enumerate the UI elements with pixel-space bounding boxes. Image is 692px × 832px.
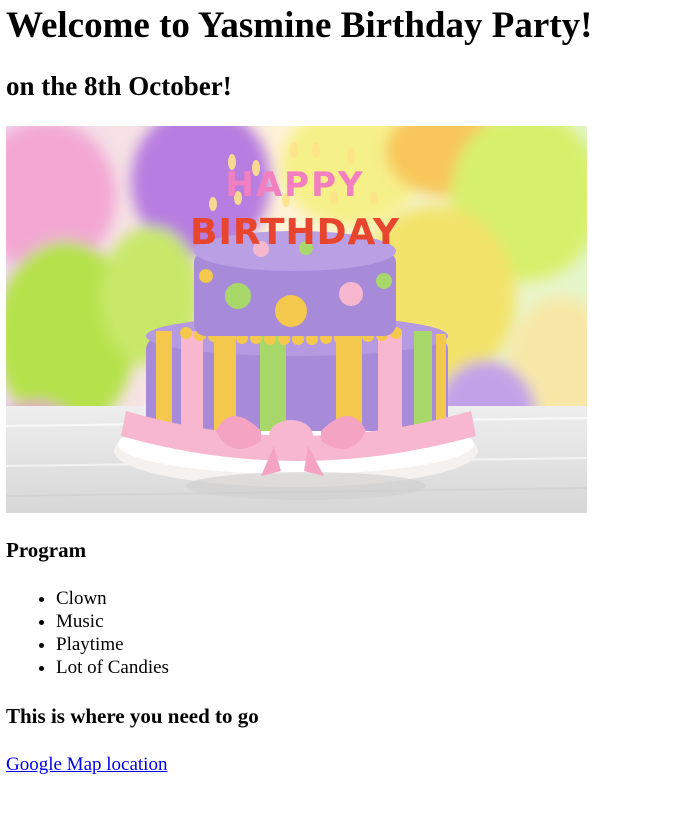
google-map-link[interactable]: Google Map location — [6, 753, 167, 777]
directions-heading: This is where you need to go — [6, 704, 259, 728]
page-title: Welcome to Yasmine Birthday Party! — [6, 5, 593, 46]
birthday-cake-image: HAPPY BIRTHDAY — [6, 126, 587, 513]
page-subtitle: on the 8th October! — [6, 71, 232, 101]
candle-text-birthday: BIRTHDAY — [190, 212, 400, 253]
program-list: Clown Music Playtime Lot of Candies — [6, 587, 686, 679]
list-item: Playtime — [56, 633, 686, 656]
program-heading: Program — [6, 538, 87, 562]
list-item: Clown — [56, 587, 686, 610]
page: Welcome to Yasmine Birthday Party! on th… — [0, 0, 692, 832]
list-item: Music — [56, 610, 686, 633]
list-item: Lot of Candies — [56, 656, 686, 679]
candle-text-happy: HAPPY — [225, 165, 364, 205]
